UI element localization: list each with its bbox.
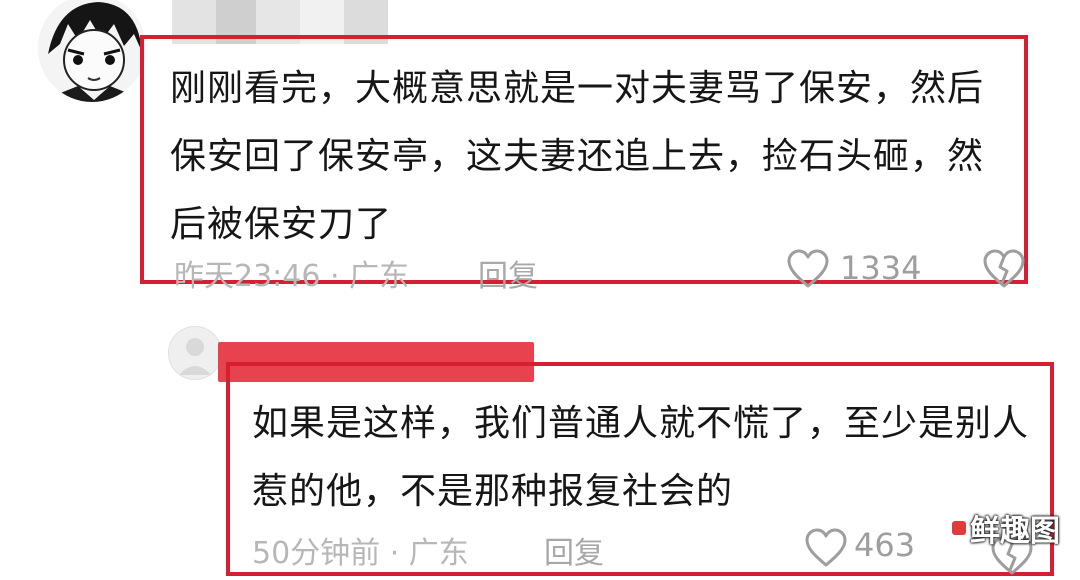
comment-timestamp-location: 昨天23:46 · 广东 [174,259,410,294]
like-count: 463 [854,526,916,564]
heart-icon[interactable] [804,528,848,568]
avatar[interactable] [38,0,146,102]
reply-button[interactable]: 回复 [478,251,538,295]
avatar[interactable] [168,326,222,380]
comment-timestamp-location: 50分钟前 · 广东 [252,536,469,571]
avatar-image [169,327,221,379]
broken-heart-icon[interactable] [982,249,1026,289]
reply-button[interactable]: 回复 [544,528,604,572]
comment-text: 刚刚看完，大概意思就是一对夫妻骂了保安，然后保安回了保安亭，这夫妻还追上去，捡石… [170,68,985,245]
watermark: 鲜趣图 [952,506,1060,550]
anime-avatar-image [38,0,146,102]
like-count: 1334 [840,249,922,287]
heart-icon[interactable] [786,249,830,289]
comment-highlight-box: 刚刚看完，大概意思就是一对夫妻骂了保安，然后保安回了保安亭，这夫妻还追上去，捡石… [140,35,1028,294]
comment-highlight-box: 如果是这样，我们普通人就不慌了，至少是别人惹的他，不是那种报复社会的 50分钟前… [226,362,1054,576]
watermark-logo-icon [952,521,966,535]
comment-text: 如果是这样，我们普通人就不慌了，至少是别人惹的他，不是那种报复社会的 [252,403,1030,512]
watermark-text: 鲜趣图 [970,514,1060,549]
